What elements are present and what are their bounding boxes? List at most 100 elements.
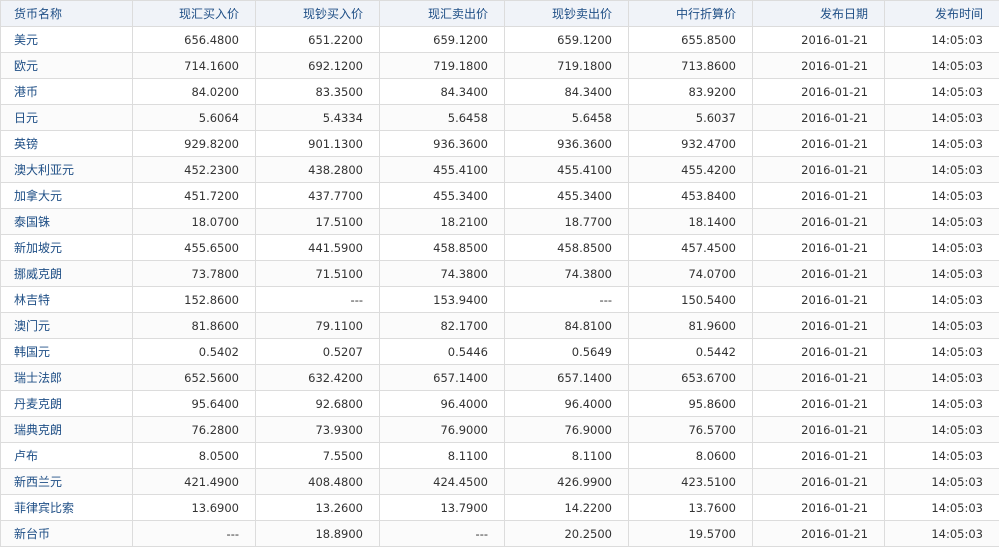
cell-spot-sell: 76.9000 xyxy=(379,416,505,443)
cell-publish-time: 14:05:03 xyxy=(884,390,999,417)
cell-currency-name: 日元 xyxy=(0,104,133,131)
cell-cash-buy: 441.5900 xyxy=(255,234,380,261)
cell-boc-rate: 18.1400 xyxy=(628,208,753,235)
table-row: 瑞士法郎 652.5600 632.4200 657.1400 657.1400 653.… xyxy=(0,364,999,391)
cell-cash-buy: 83.3500 xyxy=(255,78,380,105)
table-row: 英镑 929.8200 901.1300 936.3600 936.3600 932.47… xyxy=(0,130,999,157)
cell-publish-date: 2016-01-21 xyxy=(752,416,885,443)
cell-currency-name: 韩国元 xyxy=(0,338,133,365)
cell-publish-date: 2016-01-21 xyxy=(752,104,885,131)
cell-spot-sell: 657.1400 xyxy=(379,364,505,391)
cell-cash-buy: 17.5100 xyxy=(255,208,380,235)
header-currency-name: 货币名称 xyxy=(0,0,133,27)
cell-boc-rate: 653.6700 xyxy=(628,364,753,391)
header-boc-rate: 中行折算价 xyxy=(628,0,753,27)
cell-publish-date: 2016-01-21 xyxy=(752,520,885,547)
cell-publish-time: 14:05:03 xyxy=(884,312,999,339)
cell-cash-sell: 76.9000 xyxy=(504,416,629,443)
cell-spot-buy: 452.2300 xyxy=(132,156,256,183)
cell-currency-name: 欧元 xyxy=(0,52,133,79)
cell-boc-rate: 83.9200 xyxy=(628,78,753,105)
header-spot-sell: 现汇卖出价 xyxy=(379,0,505,27)
cell-publish-time: 14:05:03 xyxy=(884,520,999,547)
cell-cash-buy: 437.7700 xyxy=(255,182,380,209)
cell-currency-name: 挪威克朗 xyxy=(0,260,133,287)
cell-publish-time: 14:05:03 xyxy=(884,104,999,131)
cell-publish-date: 2016-01-21 xyxy=(752,338,885,365)
cell-cash-buy: 92.6800 xyxy=(255,390,380,417)
cell-cash-buy: 438.2800 xyxy=(255,156,380,183)
cell-spot-buy: 73.7800 xyxy=(132,260,256,287)
cell-spot-sell: 455.4100 xyxy=(379,156,505,183)
cell-spot-sell: 455.3400 xyxy=(379,182,505,209)
table-row: 澳大利亚元 452.2300 438.2800 455.4100 455.4100 455… xyxy=(0,156,999,183)
cell-cash-sell: 659.1200 xyxy=(504,26,629,53)
cell-publish-date: 2016-01-21 xyxy=(752,26,885,53)
cell-publish-time: 14:05:03 xyxy=(884,130,999,157)
cell-publish-date: 2016-01-21 xyxy=(752,286,885,313)
cell-cash-sell: 74.3800 xyxy=(504,260,629,287)
cell-cash-sell: 14.2200 xyxy=(504,494,629,521)
header-cash-buy: 现钞买入价 xyxy=(255,0,380,27)
cell-cash-buy: 0.5207 xyxy=(255,338,380,365)
cell-cash-sell: 657.1400 xyxy=(504,364,629,391)
cell-publish-time: 14:05:03 xyxy=(884,338,999,365)
table-row: 澳门元 81.8600 79.1100 82.1700 84.8100 81.9600 20… xyxy=(0,312,999,339)
cell-currency-name: 菲律宾比索 xyxy=(0,494,133,521)
cell-publish-date: 2016-01-21 xyxy=(752,468,885,495)
cell-publish-date: 2016-01-21 xyxy=(752,52,885,79)
cell-publish-time: 14:05:03 xyxy=(884,78,999,105)
cell-cash-buy: 13.2600 xyxy=(255,494,380,521)
table-row: 美元 656.4800 651.2200 659.1200 659.1200 655.85… xyxy=(0,26,999,53)
cell-boc-rate: 457.4500 xyxy=(628,234,753,261)
cell-publish-date: 2016-01-21 xyxy=(752,182,885,209)
cell-publish-time: 14:05:03 xyxy=(884,52,999,79)
cell-publish-time: 14:05:03 xyxy=(884,494,999,521)
table-row: 瑞典克朗 76.2800 73.9300 76.9000 76.9000 76.5700 2… xyxy=(0,416,999,443)
cell-cash-buy: 5.4334 xyxy=(255,104,380,131)
table-row: 新西兰元 421.4900 408.4800 424.4500 426.9900 423.… xyxy=(0,468,999,495)
header-spot-buy: 现汇买入价 xyxy=(132,0,256,27)
header-publish-date: 发布日期 xyxy=(752,0,885,27)
cell-spot-sell: 153.9400 xyxy=(379,286,505,313)
cell-spot-sell: 458.8500 xyxy=(379,234,505,261)
cell-spot-buy: 451.7200 xyxy=(132,182,256,209)
cell-cash-sell: 426.9900 xyxy=(504,468,629,495)
cell-spot-buy: 95.6400 xyxy=(132,390,256,417)
cell-spot-buy: --- xyxy=(132,520,256,547)
cell-spot-buy: 8.0500 xyxy=(132,442,256,469)
cell-publish-time: 14:05:03 xyxy=(884,182,999,209)
cell-cash-sell: 719.1800 xyxy=(504,52,629,79)
cell-spot-buy: 0.5402 xyxy=(132,338,256,365)
cell-cash-sell: 20.2500 xyxy=(504,520,629,547)
cell-spot-buy: 421.4900 xyxy=(132,468,256,495)
cell-currency-name: 瑞典克朗 xyxy=(0,416,133,443)
cell-boc-rate: 0.5442 xyxy=(628,338,753,365)
cell-cash-buy: 71.5100 xyxy=(255,260,380,287)
cell-publish-time: 14:05:03 xyxy=(884,286,999,313)
cell-spot-sell: 13.7900 xyxy=(379,494,505,521)
cell-publish-time: 14:05:03 xyxy=(884,442,999,469)
cell-publish-date: 2016-01-21 xyxy=(752,312,885,339)
cell-publish-time: 14:05:03 xyxy=(884,416,999,443)
cell-spot-sell: 659.1200 xyxy=(379,26,505,53)
header-publish-time: 发布时间 xyxy=(884,0,999,27)
table-header-row: 货币名称 现汇买入价 现钞买入价 现汇卖出价 现钞卖出价 中行折算价 发布日期 … xyxy=(0,0,999,27)
table-row: 泰国铢 18.0700 17.5100 18.2100 18.7700 18.1400 20… xyxy=(0,208,999,235)
cell-boc-rate: 76.5700 xyxy=(628,416,753,443)
cell-cash-sell: 18.7700 xyxy=(504,208,629,235)
cell-spot-buy: 652.5600 xyxy=(132,364,256,391)
table-row: 菲律宾比索 13.6900 13.2600 13.7900 14.2200 13.7600… xyxy=(0,494,999,521)
table-row: 新加坡元 455.6500 441.5900 458.8500 458.8500 457.… xyxy=(0,234,999,261)
cell-boc-rate: 19.5700 xyxy=(628,520,753,547)
cell-spot-sell: 5.6458 xyxy=(379,104,505,131)
cell-publish-date: 2016-01-21 xyxy=(752,442,885,469)
cell-currency-name: 泰国铢 xyxy=(0,208,133,235)
table-row: 日元 5.6064 5.4334 5.6458 5.6458 5.6037 2016-01-… xyxy=(0,104,999,131)
cell-spot-buy: 5.6064 xyxy=(132,104,256,131)
cell-publish-time: 14:05:03 xyxy=(884,364,999,391)
table-row: 韩国元 0.5402 0.5207 0.5446 0.5649 0.5442 2016-01… xyxy=(0,338,999,365)
cell-boc-rate: 95.8600 xyxy=(628,390,753,417)
cell-cash-sell: 8.1100 xyxy=(504,442,629,469)
cell-spot-sell: 719.1800 xyxy=(379,52,505,79)
